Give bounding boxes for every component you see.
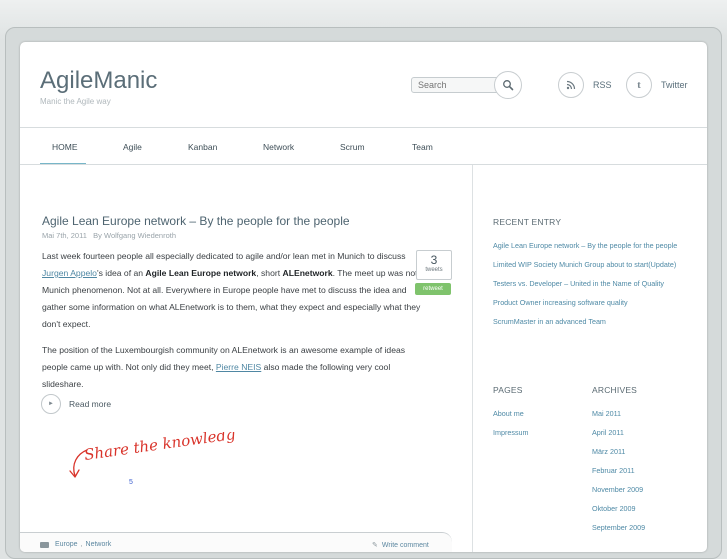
search-button[interactable] (494, 71, 522, 99)
recent-entry-item[interactable]: ScrumMaster in an advanced Team (493, 316, 683, 327)
write-comment-label: Write comment (381, 541, 429, 549)
nav-bottom-divider (20, 164, 707, 165)
archive-link[interactable]: September 2009 (592, 522, 645, 541)
post-author: Wolfgang Wiedenroth (104, 231, 177, 240)
tweet-counter[interactable]: 3 tweets (416, 250, 452, 280)
recent-entry-item[interactable]: Limited WIP Society Munich Group about t… (493, 259, 683, 270)
archives-list: Mai 2011 April 2011 März 2011 Februar 20… (592, 408, 645, 541)
rss-icon (558, 72, 584, 98)
archive-link[interactable]: Oktober 2009 (592, 503, 645, 522)
sidebar-divider (472, 165, 473, 552)
retweet-button[interactable]: retweet (415, 283, 451, 295)
site-title[interactable]: AgileManic (40, 67, 157, 95)
jurgen-appelo-link[interactable]: Jurgen Appelo (42, 268, 97, 278)
twitter-icon: t (626, 72, 652, 98)
nav-scrum[interactable]: Scrum (340, 142, 365, 152)
rss-label: RSS (593, 80, 612, 90)
post-paragraph-1: Last week fourteen people all especially… (42, 251, 425, 329)
page-link-about-me[interactable]: About me (493, 408, 529, 427)
pages-list: About me Impressum (493, 408, 529, 446)
share-the-knowledge-graphic: Share the knowledge! (65, 423, 251, 497)
search-input[interactable] (411, 77, 501, 93)
recent-entry-heading: RECENT ENTRY (493, 217, 562, 227)
pages-heading: PAGES (493, 385, 523, 395)
archive-link[interactable]: Mai 2011 (592, 408, 645, 427)
archive-link[interactable]: Februar 2011 (592, 465, 645, 484)
twitter-label: Twitter (661, 80, 688, 90)
recent-entry-item[interactable]: Testers vs. Developer – United in the Na… (493, 278, 683, 289)
nav-network[interactable]: Network (263, 142, 294, 152)
pencil-icon: ✎ (372, 542, 378, 549)
archive-link[interactable]: November 2009 (592, 484, 645, 503)
post-title[interactable]: Agile Lean Europe network – By the peopl… (42, 214, 350, 228)
archive-link[interactable]: April 2011 (592, 427, 645, 446)
recent-entry-item[interactable]: Agile Lean Europe network – By the peopl… (493, 240, 683, 251)
post-body: Last week fourteen people all especially… (42, 248, 427, 402)
tweet-count: 3 (430, 253, 438, 267)
archive-link[interactable]: März 2011 (592, 446, 645, 465)
twitter-link[interactable]: t Twitter (626, 72, 688, 98)
tweet-label: tweets (425, 267, 443, 273)
page-link-impressum[interactable]: Impressum (493, 427, 529, 446)
post-footer: Europe, Network ✎ Write comment (20, 532, 452, 552)
nav-top-divider (20, 127, 707, 128)
post-author-prefix: By (93, 231, 102, 240)
site-container: AgileManic Manic the Agile way RSS t Twi… (20, 42, 707, 552)
archives-heading: ARCHIVES (592, 385, 638, 395)
search-icon (503, 80, 514, 91)
nav-home[interactable]: HOME (52, 142, 78, 152)
arrow-right-icon: ► (41, 394, 61, 414)
recent-entry-item[interactable]: Product Owner increasing software qualit… (493, 297, 683, 308)
rss-link[interactable]: RSS (558, 72, 612, 98)
slideshare-link[interactable]: 5 (129, 479, 133, 486)
site-tagline: Manic the Agile way (40, 97, 111, 106)
nav-kanban[interactable]: Kanban (188, 142, 217, 152)
post-date: Mai 7th, 2011 (42, 231, 87, 240)
pierre-neis-link[interactable]: Pierre NEIS (216, 362, 261, 372)
share-text: Share the knowledge! (83, 432, 235, 464)
read-more-link[interactable]: ► Read more (41, 394, 111, 414)
nav-agile[interactable]: Agile (123, 142, 142, 152)
nav-team[interactable]: Team (412, 142, 433, 152)
post-meta: Mai 7th, 2011 By Wolfgang Wiedenroth (42, 231, 176, 240)
recent-entry-list: Agile Lean Europe network – By the peopl… (493, 240, 683, 335)
share-arrow-icon: Share the knowledge! (69, 423, 251, 478)
write-comment-link[interactable]: ✎ Write comment (372, 541, 429, 550)
read-more-label: Read more (69, 399, 112, 409)
post-paragraph-2: The position of the Luxembourgish commun… (42, 345, 406, 389)
